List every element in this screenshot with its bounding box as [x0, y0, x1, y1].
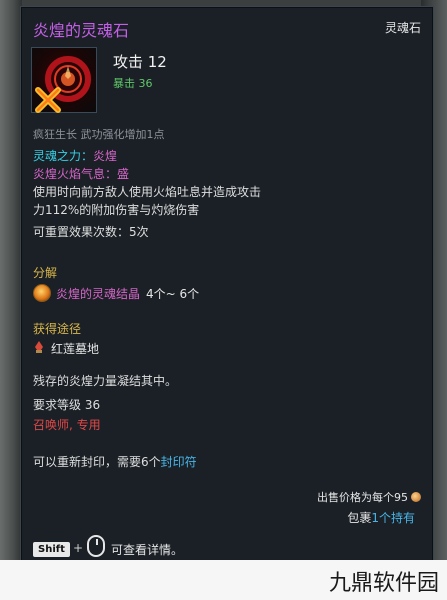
decompose-item-name: 炎煌的灵魂结晶 [56, 286, 141, 301]
watermark-text: 九鼎软件园 [328, 571, 439, 596]
decompose-row: 炎煌的灵魂结晶 4个~ 6个 [33, 284, 199, 302]
crystal-orb-icon [33, 284, 51, 302]
bag-count-value: 1个持有 [371, 511, 415, 525]
soul-breath-line: 炎煌火焰气息：盛 [33, 165, 129, 182]
required-level: 要求等级 36 [33, 398, 101, 412]
bag-prefix: 包裹 [347, 511, 372, 525]
soul-power-label: 灵魂之力： [33, 149, 94, 163]
soul-breath-value: 盛 [117, 167, 130, 181]
soul-stone-red-icon [31, 47, 97, 113]
obtain-location: 红莲墓地 [51, 342, 100, 356]
soul-power-value: 炎煌 [93, 149, 118, 163]
soul-power-line: 灵魂之力：炎煌 [33, 147, 117, 164]
copper-coin-icon [411, 492, 421, 502]
background-left-edge [0, 0, 22, 560]
sell-price: 出售价格为每个95 [317, 489, 421, 505]
item-tooltip: 炎煌的灵魂石 灵魂石 攻击 12 暴击 36 疯狂生长 武功强化增加1点 灵魂之… [20, 6, 434, 562]
effect-description-line-1: 使用时向前方敌人使用火焰吐息并造成攻击 [33, 185, 262, 199]
bag-count: 包裹1个持有 [347, 509, 415, 526]
attack-stat: 攻击 12 [113, 53, 167, 71]
view-details-hint: 可查看详情。 [111, 543, 184, 557]
reseal-prefix: 可以重新封印，需要6个 [33, 455, 161, 469]
passive-text: 疯狂生长 武功强化增加1点 [33, 128, 165, 141]
obtain-header: 获得途径 [33, 322, 82, 336]
shift-key-badge: Shift [33, 542, 70, 557]
reseal-line: 可以重新封印，需要6个封印符 [33, 453, 197, 470]
footer-bar: 九鼎软件园 [0, 560, 447, 600]
reset-count: 可重置效果次数：5次 [33, 225, 149, 239]
plus-sign: + [73, 541, 84, 555]
decompose-header: 分解 [33, 266, 58, 280]
obtain-row: 红莲墓地 [33, 340, 99, 357]
mouse-icon [87, 535, 105, 557]
location-pin-icon [33, 340, 45, 357]
sell-price-text: 出售价格为每个95 [317, 491, 408, 504]
class-restriction: 召唤师, 专用 [33, 418, 101, 432]
effect-description-line-2: 力112%的附加伤害与灼烧伤害 [33, 203, 200, 217]
soul-breath-label: 炎煌火焰气息： [33, 167, 118, 181]
reseal-item: 封印符 [160, 455, 197, 469]
lore-text: 残存的炎煌力量凝结其中。 [33, 374, 178, 388]
decompose-quantity: 4个~ 6个 [146, 286, 200, 301]
crit-stat: 暴击 36 [113, 77, 153, 90]
item-type-label: 灵魂石 [384, 21, 421, 35]
effect-description: 使用时向前方敌人使用火焰吐息并造成攻击 力112%的附加伤害与灼烧伤害 [33, 183, 333, 219]
item-title: 炎煌的灵魂石 [33, 21, 130, 40]
